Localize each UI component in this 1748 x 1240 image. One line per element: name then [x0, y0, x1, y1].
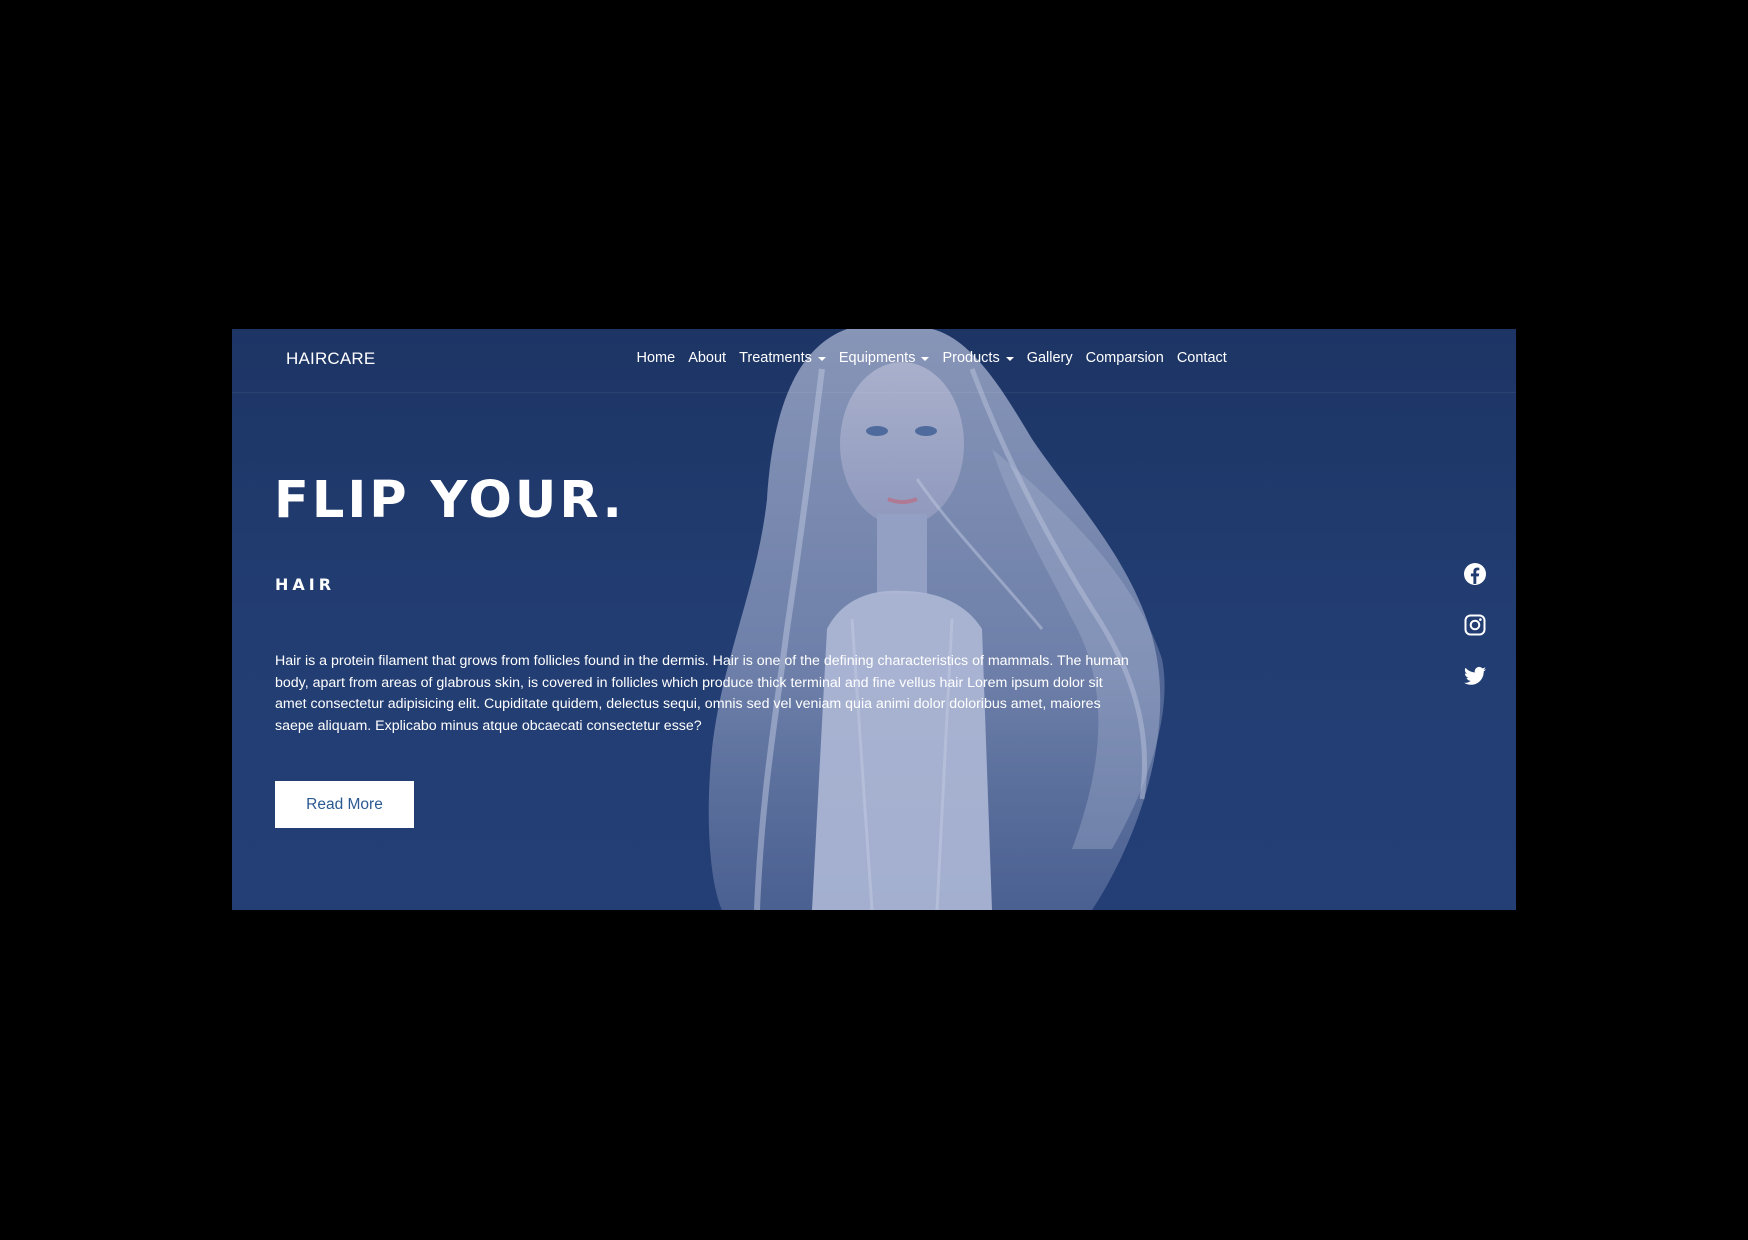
caret-down-icon [1005, 356, 1014, 361]
nav-item-label: Comparsion [1085, 350, 1164, 366]
instagram-icon[interactable] [1463, 613, 1487, 637]
caret-down-icon [921, 356, 930, 361]
nav-links: Home About Treatments Equipments Product… [630, 350, 1233, 366]
twitter-icon[interactable] [1463, 664, 1487, 688]
caret-down-icon [817, 356, 826, 361]
nav-item-label: Treatments [739, 350, 812, 366]
nav-item-label: Gallery [1026, 350, 1073, 366]
facebook-icon[interactable] [1463, 562, 1487, 586]
nav-item-contact[interactable]: Contact [1170, 350, 1233, 366]
hero-section: HAIRCARE Home About Treatments Equipment… [232, 329, 1516, 910]
nav-item-label: Contact [1176, 350, 1227, 366]
nav-item-comparsion[interactable]: Comparsion [1079, 350, 1170, 366]
screen: HAIRCARE Home About Treatments Equipment… [0, 0, 1748, 1240]
social-links [1463, 562, 1487, 688]
hero-subtitle: HAIR [275, 575, 336, 594]
nav-item-equipments[interactable]: Equipments [832, 350, 936, 366]
nav-item-treatments[interactable]: Treatments [733, 350, 833, 366]
nav-item-about[interactable]: About [682, 350, 733, 366]
nav-item-label: Equipments [838, 350, 916, 366]
hero-background-image [708, 329, 1165, 910]
nav-item-label: About [688, 350, 727, 366]
read-more-button[interactable]: Read More [275, 781, 414, 828]
hero-description: Hair is a protein filament that grows fr… [275, 653, 1129, 734]
nav-item-home[interactable]: Home [630, 350, 682, 366]
nav-item-label: Home [636, 350, 676, 366]
nav-item-label: Products [942, 350, 1000, 366]
navbar: HAIRCARE Home About Treatments Equipment… [232, 329, 1516, 393]
brand-logo[interactable]: HAIRCARE [286, 349, 375, 369]
nav-item-products[interactable]: Products [936, 350, 1020, 366]
hero-title: FLIP YOUR. [274, 471, 625, 530]
nav-item-gallery[interactable]: Gallery [1020, 350, 1079, 366]
